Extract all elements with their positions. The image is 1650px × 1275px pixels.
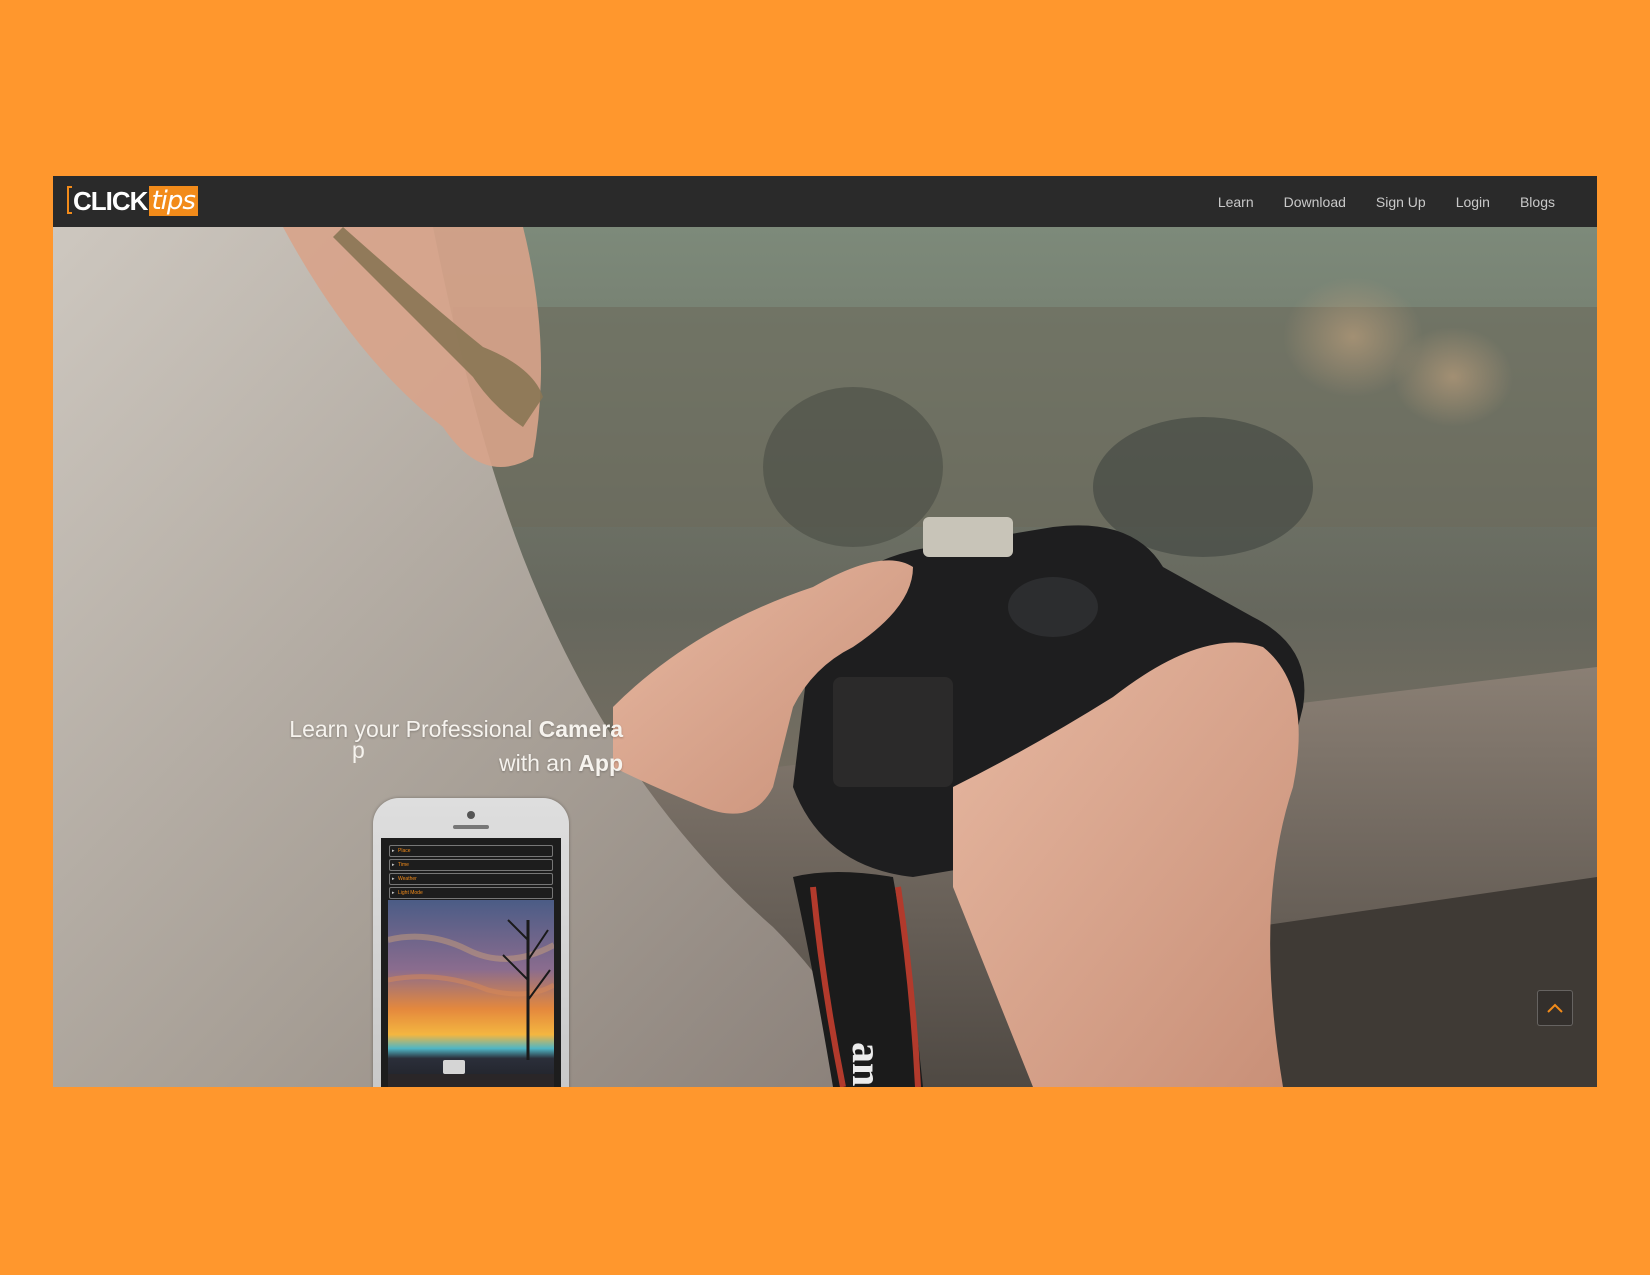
phone-screen: Place Time Weather Light Mode	[381, 838, 561, 1087]
chevron-up-icon	[1547, 1003, 1563, 1013]
nav-blogs[interactable]: Blogs	[1520, 194, 1555, 210]
stray-character: p	[352, 737, 365, 763]
headline-line-1-bold: Camera	[538, 716, 623, 742]
nav-login[interactable]: Login	[1456, 194, 1490, 210]
logo-text-accent: tips	[149, 186, 198, 216]
phone-menu-item-weather: Weather	[389, 873, 553, 885]
headline-line-2: with an App	[213, 746, 623, 780]
logo-text-main: CLICK	[73, 185, 148, 216]
hero-headline: Learn your Professional Camera with an A…	[213, 712, 623, 780]
nav-download[interactable]: Download	[1284, 194, 1346, 210]
headline-line-2-bold: App	[578, 750, 623, 776]
website-frame: anon CLICK tips Learn Download Sign Up L…	[53, 176, 1597, 1087]
phone-app-menu: Place Time Weather Light Mode	[381, 838, 561, 899]
nav-sign-up[interactable]: Sign Up	[1376, 194, 1426, 210]
main-nav: Learn Download Sign Up Login Blogs	[1188, 176, 1555, 227]
nav-learn[interactable]: Learn	[1218, 194, 1254, 210]
headline-line-2-regular: with an	[499, 750, 579, 776]
phone-menu-item-place: Place	[389, 845, 553, 857]
phone-mockup: Place Time Weather Light Mode	[373, 798, 569, 1087]
headline-line-1: Learn your Professional Camera	[213, 712, 623, 746]
top-navigation-bar: CLICK tips Learn Download Sign Up Login …	[53, 176, 1597, 227]
phone-menu-item-time: Time	[389, 859, 553, 871]
strap-brand-text: anon	[843, 1042, 889, 1087]
scroll-to-top-button[interactable]	[1537, 990, 1573, 1026]
phone-menu-item-light-mode: Light Mode	[389, 887, 553, 899]
logo-bracket-icon	[67, 186, 72, 214]
clicktips-logo[interactable]: CLICK tips	[67, 186, 198, 216]
headline-line-1-regular: Learn your Professional	[289, 716, 539, 742]
phone-speaker-icon	[453, 825, 489, 829]
phone-sunset-photo	[388, 900, 554, 1087]
phone-camera-icon	[467, 811, 475, 819]
hero-background-photo: anon	[53, 227, 1597, 1087]
